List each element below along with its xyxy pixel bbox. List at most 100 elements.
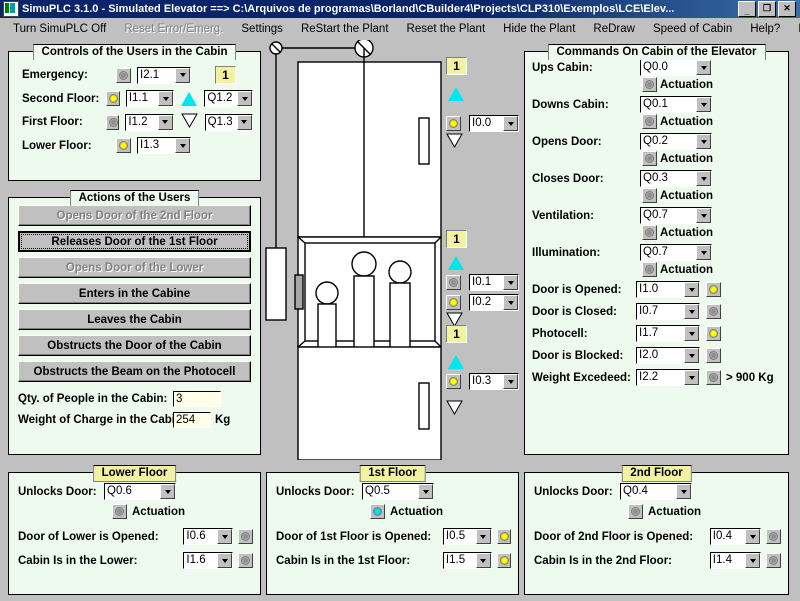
first-floor-output-combo[interactable]: Q1.3 xyxy=(204,113,253,131)
menu-item-5[interactable]: Hide the Plant xyxy=(494,21,584,37)
command-input-led-3[interactable] xyxy=(706,348,721,363)
action-button-1[interactable]: Releases Door of the 1st Floor xyxy=(18,231,251,252)
command-input-led-4[interactable] xyxy=(706,370,721,385)
command-input-combo-4[interactable]: I2.2 xyxy=(636,369,700,386)
command-actuation-led-4[interactable] xyxy=(642,225,657,240)
command-output-combo-1[interactable]: Q0.1 xyxy=(640,96,712,113)
command-input-combo-3[interactable]: I2.0 xyxy=(636,347,700,364)
chevron-down-icon[interactable] xyxy=(175,138,190,153)
cabin-at-floor-led[interactable] xyxy=(238,553,253,568)
first-floor-led[interactable] xyxy=(105,114,120,130)
floor-led-1st-a[interactable] xyxy=(446,275,461,290)
chevron-down-icon[interactable] xyxy=(684,348,699,363)
command-actuation-led-5[interactable] xyxy=(642,262,657,277)
close-button[interactable]: ✕ xyxy=(778,1,796,17)
restore-button[interactable]: ❐ xyxy=(758,1,776,17)
floor-led-lower[interactable] xyxy=(446,374,461,389)
chevron-down-icon[interactable] xyxy=(696,171,711,186)
emergency-address-combo[interactable]: I2.1 xyxy=(137,66,191,84)
weight-field[interactable]: 254 xyxy=(173,412,211,428)
action-button-5[interactable]: Obstructs the Door of the Cabin xyxy=(18,335,251,356)
chevron-down-icon[interactable] xyxy=(175,67,190,83)
action-button-4[interactable]: Leaves the Cabin xyxy=(18,309,251,330)
cabin-at-floor-led[interactable] xyxy=(766,553,781,568)
chevron-down-icon[interactable] xyxy=(157,114,173,130)
floor-combo-1st-a[interactable]: I0.1 xyxy=(469,274,519,291)
floor-combo-lower[interactable]: I0.3 xyxy=(469,373,519,390)
chevron-down-icon[interactable] xyxy=(160,484,175,499)
door-opened-led[interactable] xyxy=(766,529,781,544)
floor-led-2nd[interactable] xyxy=(446,116,461,131)
door-opened-led[interactable] xyxy=(238,529,253,544)
menu-item-6[interactable]: ReDraw xyxy=(584,21,644,37)
chevron-down-icon[interactable] xyxy=(684,326,699,341)
second-floor-led[interactable] xyxy=(106,91,120,106)
chevron-down-icon[interactable] xyxy=(217,529,233,544)
chevron-down-icon[interactable] xyxy=(475,529,491,544)
command-output-combo-2[interactable]: Q0.2 xyxy=(640,133,712,150)
command-actuation-led-2[interactable] xyxy=(642,151,657,166)
lower-floor-led[interactable] xyxy=(116,138,131,153)
command-input-led-1[interactable] xyxy=(706,304,721,319)
chevron-down-icon[interactable] xyxy=(676,484,691,499)
chevron-down-icon[interactable] xyxy=(475,553,491,568)
chevron-down-icon[interactable] xyxy=(503,295,518,310)
command-actuation-led-0[interactable] xyxy=(642,77,657,92)
door-opened-combo[interactable]: I0.5 xyxy=(442,528,492,545)
chevron-down-icon[interactable] xyxy=(696,134,711,149)
command-input-combo-0[interactable]: I1.0 xyxy=(636,281,700,298)
cabin-at-floor-led[interactable] xyxy=(496,553,511,568)
chevron-down-icon[interactable] xyxy=(503,116,518,131)
action-button-3[interactable]: Enters in the Cabine xyxy=(18,283,251,304)
chevron-down-icon[interactable] xyxy=(158,91,174,106)
chevron-down-icon[interactable] xyxy=(696,97,711,112)
chevron-down-icon[interactable] xyxy=(418,484,433,499)
chevron-down-icon[interactable] xyxy=(684,370,699,385)
chevron-down-icon[interactable] xyxy=(237,91,252,106)
menu-item-1[interactable]: Reset Error/Emerg. xyxy=(115,21,232,37)
emergency-led[interactable] xyxy=(116,67,131,83)
command-output-combo-3[interactable]: Q0.3 xyxy=(640,170,712,187)
floor-led-1st-b[interactable] xyxy=(446,295,461,310)
cabin-at-floor-combo[interactable]: I1.5 xyxy=(442,552,492,569)
door-opened-combo[interactable]: I0.4 xyxy=(709,528,762,545)
menu-item-4[interactable]: Reset the Plant xyxy=(398,21,495,37)
chevron-down-icon[interactable] xyxy=(696,60,711,75)
window-title-bar[interactable]: SimuPLC 3.1.0 - Simulated Elevator ==> C… xyxy=(0,0,800,18)
chevron-down-icon[interactable] xyxy=(745,529,761,544)
minimize-button[interactable]: _ xyxy=(738,1,756,17)
chevron-down-icon[interactable] xyxy=(236,114,252,130)
second-floor-address-combo[interactable]: I1.1 xyxy=(125,90,175,107)
chevron-down-icon[interactable] xyxy=(745,553,761,568)
cabin-at-floor-combo[interactable]: I1.4 xyxy=(709,552,762,569)
qty-people-field[interactable]: 3 xyxy=(173,391,221,407)
floor-actuation-led[interactable] xyxy=(112,504,127,519)
cabin-at-floor-combo[interactable]: I1.6 xyxy=(183,552,234,569)
chevron-down-icon[interactable] xyxy=(503,275,518,290)
unlock-door-combo[interactable]: Q0.6 xyxy=(104,483,176,500)
command-input-combo-2[interactable]: I1.7 xyxy=(636,325,700,342)
floor-actuation-led[interactable] xyxy=(628,504,643,519)
chevron-down-icon[interactable] xyxy=(696,208,711,223)
unlock-door-combo[interactable]: Q0.5 xyxy=(362,483,434,500)
chevron-down-icon[interactable] xyxy=(684,282,699,297)
menu-item-8[interactable]: Help? xyxy=(741,21,789,37)
floor-combo-1st-b[interactable]: I0.2 xyxy=(469,294,519,311)
chevron-down-icon[interactable] xyxy=(696,245,711,260)
door-opened-combo[interactable]: I0.6 xyxy=(183,528,234,545)
chevron-down-icon[interactable] xyxy=(684,304,699,319)
menu-item-7[interactable]: Speed of Cabin xyxy=(644,21,741,37)
door-opened-led[interactable] xyxy=(496,529,511,544)
command-output-combo-0[interactable]: Q0.0 xyxy=(640,59,712,76)
command-input-led-0[interactable] xyxy=(706,282,721,297)
command-input-combo-1[interactable]: I0.7 xyxy=(636,303,700,320)
action-button-6[interactable]: Obstructs the Beam on the Photocell xyxy=(18,361,251,382)
menu-item-0[interactable]: Turn SimuPLC Off xyxy=(4,21,115,37)
menu-bar[interactable]: Turn SimuPLC Off Reset Error/Emerg. Settin… xyxy=(0,18,800,40)
command-output-combo-4[interactable]: Q0.7 xyxy=(640,207,712,224)
first-floor-address-combo[interactable]: I1.2 xyxy=(125,113,174,131)
command-actuation-led-3[interactable] xyxy=(642,188,657,203)
menu-item-2[interactable]: Settings xyxy=(232,21,292,37)
lower-floor-address-combo[interactable]: I1.3 xyxy=(137,137,191,154)
command-actuation-led-1[interactable] xyxy=(642,114,657,129)
